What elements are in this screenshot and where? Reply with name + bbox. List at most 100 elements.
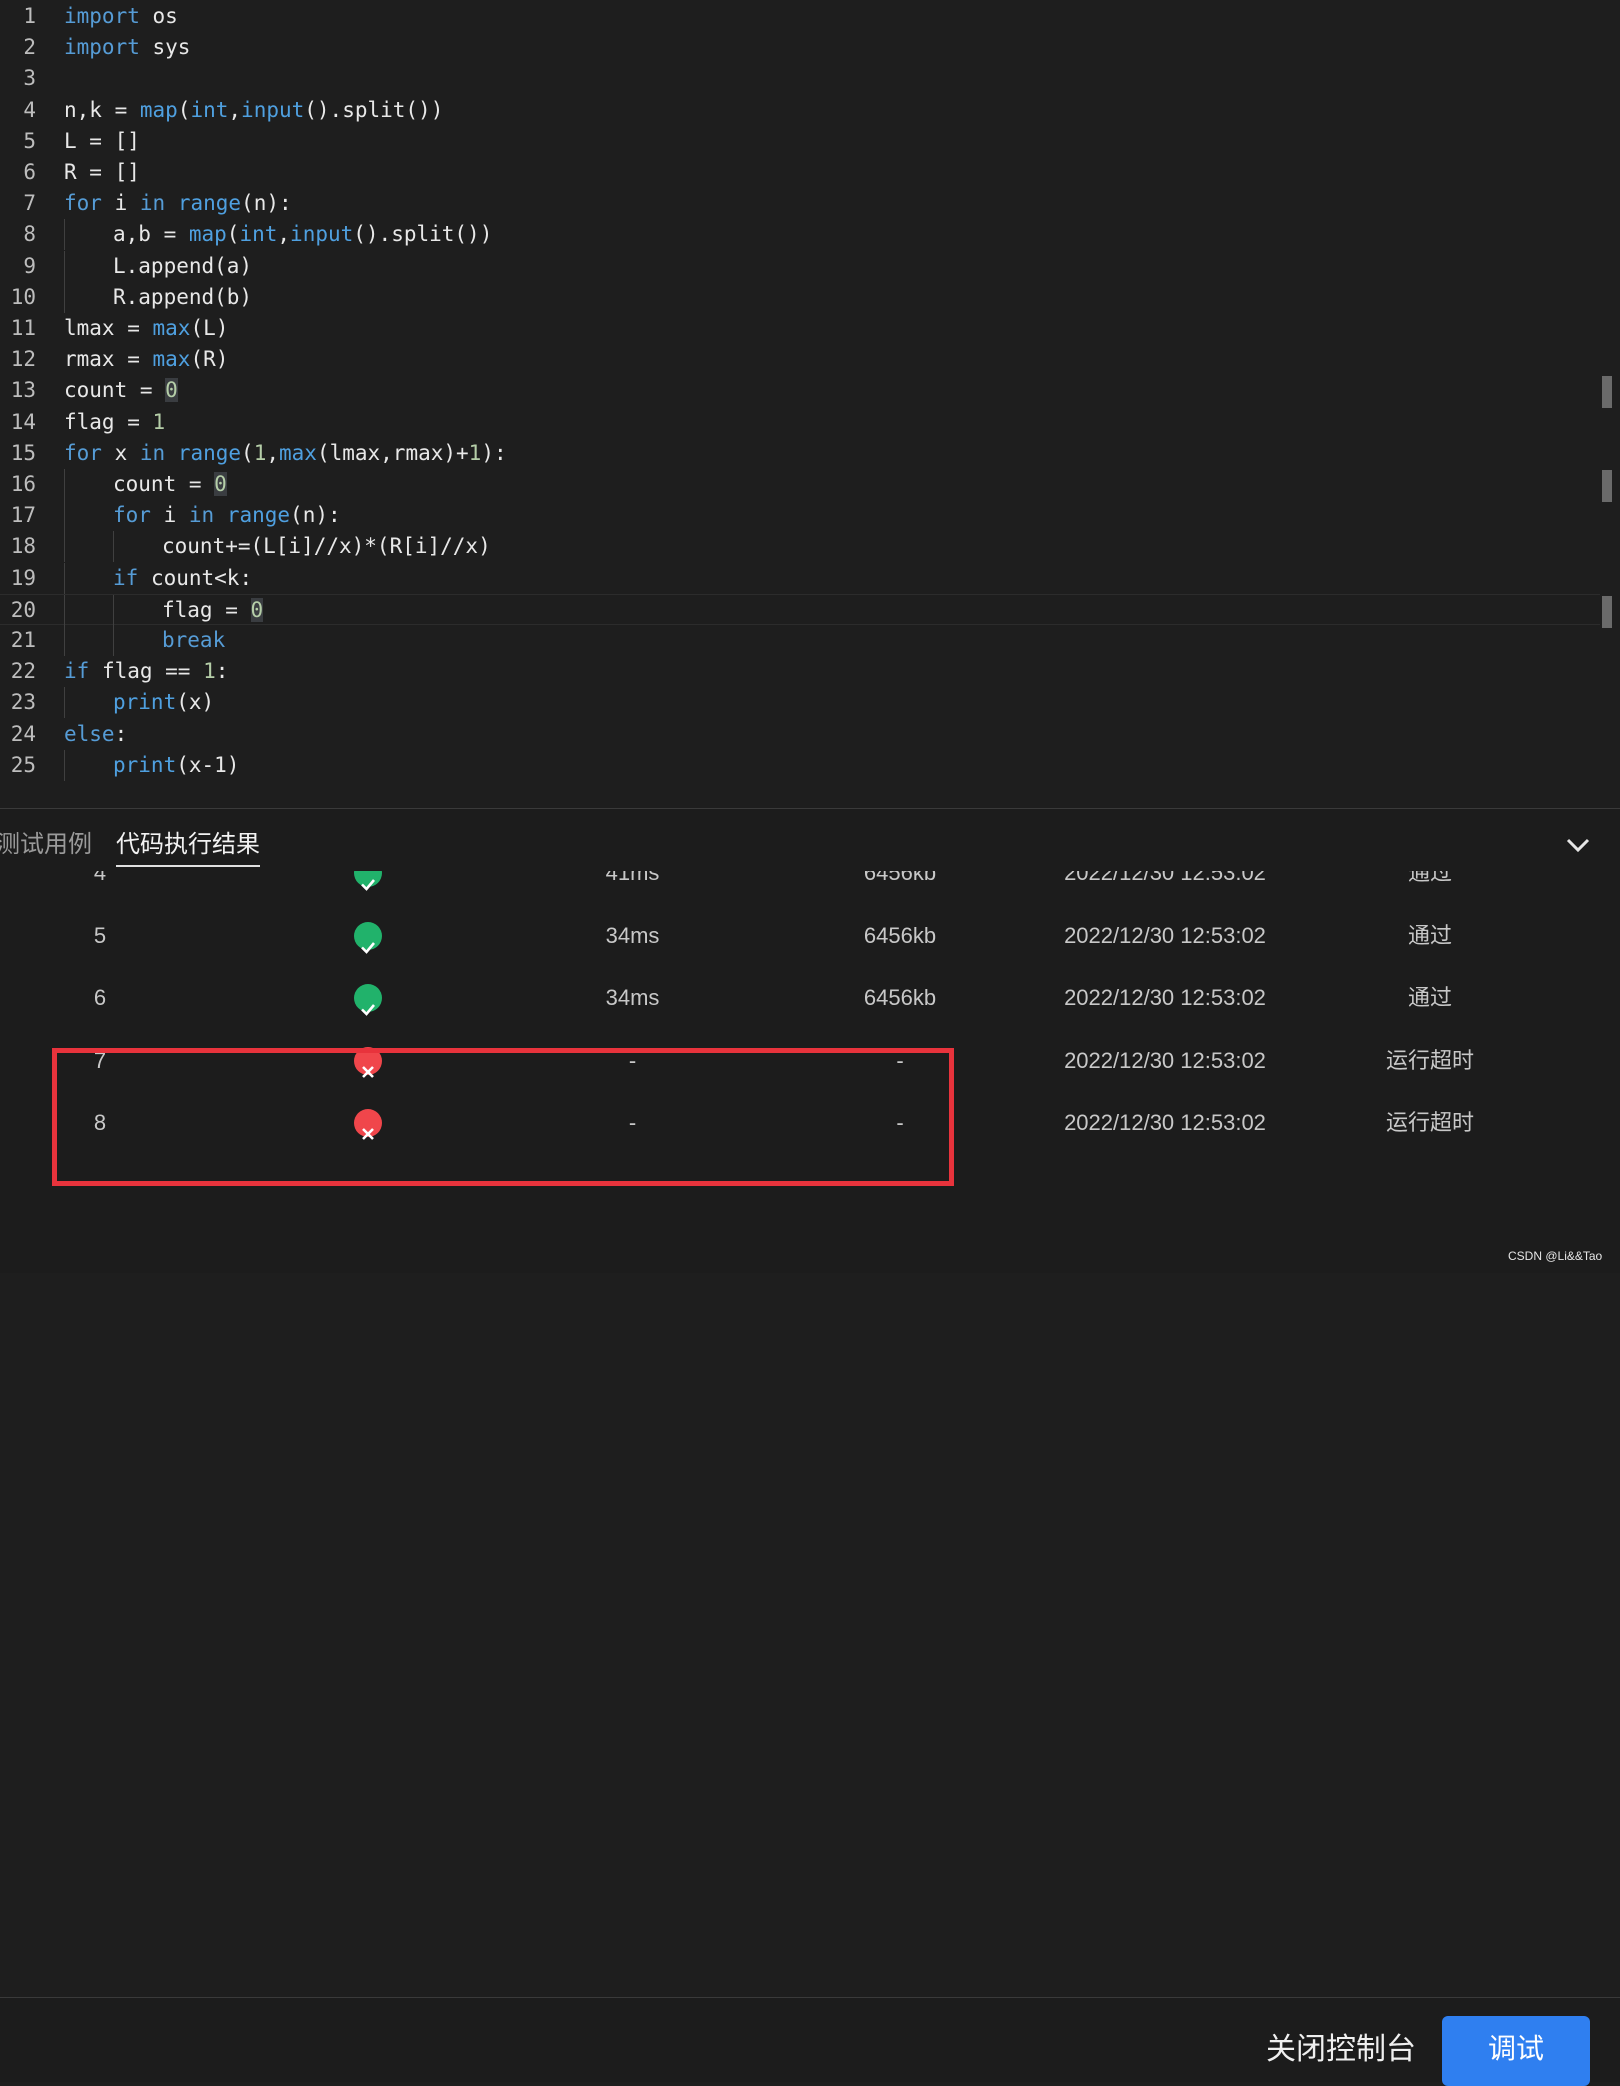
code-line[interactable]: 2 import sys	[0, 32, 1600, 63]
code-token: int	[239, 222, 278, 247]
code-token: (L)	[190, 316, 229, 340]
code-line[interactable]: 23 print(x)	[0, 687, 1600, 719]
code-token: count =	[64, 378, 166, 403]
line-number: 3	[23, 66, 36, 91]
code-line[interactable]: 15 for x in range(1,max(lmax,rmax)+1):	[0, 438, 1600, 469]
code-line[interactable]: 21 break	[0, 625, 1600, 656]
indent-guide	[113, 531, 114, 563]
code-line[interactable]: 13 count = 0	[0, 375, 1600, 406]
code-text: break	[162, 625, 225, 656]
code-line[interactable]: 18 count+=(L[i]//x)*(R[i]//x)	[0, 531, 1600, 563]
tab-execution-results[interactable]: 代码执行结果	[116, 829, 260, 867]
close-console-button[interactable]: 关闭控制台	[1266, 2024, 1416, 2068]
code-token: 0	[165, 378, 178, 403]
code-text: R.append(b)	[113, 282, 252, 313]
code-text: flag = 1	[64, 407, 165, 438]
results-table: 4 41ms 6456kb 2022/12/30 12:53:02 通过 5 34ms 645…	[0, 871, 1620, 1191]
line-number: 9	[23, 253, 36, 278]
code-token: 0	[250, 597, 264, 622]
test-case-index: 8	[93, 1110, 107, 1135]
code-line[interactable]: 4 n,k = map(int,input().split())	[0, 95, 1600, 126]
code-token: map	[188, 222, 227, 247]
run-date: 2022/12/30 12:53:02	[1064, 922, 1266, 948]
code-line[interactable]: 10 R.append(b)	[0, 281, 1600, 313]
code-text: n,k = map(int,input().split())	[64, 95, 443, 126]
code-line[interactable]: 6 R = []	[0, 157, 1600, 188]
line-number: 8	[23, 222, 36, 247]
code-text: if flag == 1:	[64, 656, 228, 687]
code-token: count =	[113, 472, 215, 496]
code-token: break	[162, 628, 226, 652]
code-token: lmax =	[64, 316, 153, 340]
code-line[interactable]: 8 a,b = map(int,input().split())	[0, 219, 1600, 251]
code-token: input	[290, 222, 354, 247]
indent-guide	[64, 687, 65, 719]
code-line[interactable]: 25 print(x-1)	[0, 749, 1600, 781]
code-text: else:	[64, 719, 127, 750]
indent-guide	[64, 562, 65, 594]
code-token: rmax =	[64, 347, 153, 372]
tab-test-cases[interactable]: 测试用例	[0, 829, 92, 865]
code-line[interactable]: 16 count = 0	[0, 469, 1600, 500]
code-token: print	[113, 690, 177, 715]
line-number: 17	[10, 503, 36, 528]
scrollbar-marker	[1602, 376, 1612, 408]
test-case-index: 7	[93, 1047, 107, 1073]
code-text: lmax = max(L)	[64, 313, 228, 344]
line-number: 24	[10, 721, 36, 746]
code-token: a,b =	[113, 222, 189, 247]
code-line[interactable]: 5 L = []	[0, 126, 1600, 157]
code-text: rmax = max(R)	[64, 344, 228, 375]
code-line[interactable]: 22 if flag == 1:	[0, 656, 1600, 687]
code-editor[interactable]: 1 import os 2 import sys 3 4 n,k = map(int,inp…	[0, 0, 1620, 808]
chevron-down-icon[interactable]	[1564, 833, 1592, 857]
indent-guide	[113, 625, 114, 656]
code-text: print(x-1)	[113, 750, 239, 781]
code-token: max	[279, 440, 317, 465]
line-number: 16	[10, 472, 36, 496]
indent-guide	[64, 594, 65, 626]
memory-usage: 6456kb	[863, 985, 937, 1010]
code-line[interactable]: 24 else:	[0, 719, 1600, 750]
line-number: 18	[10, 534, 36, 559]
code-token: count+=(L[i]//x)*(R[i]//x)	[162, 534, 491, 559]
code-line[interactable]: 1 import os	[0, 1, 1600, 32]
console-footer: 关闭控制台 调试	[0, 1997, 1620, 2086]
code-token: for	[113, 503, 151, 528]
code-line[interactable]: 17 for i in range(n):	[0, 500, 1600, 532]
code-line[interactable]: 14 flag = 1	[0, 407, 1600, 438]
watermark: CSDN @Li&&Tao	[1508, 1249, 1603, 1263]
console-tabs: 测试用例 代码执行结果	[0, 809, 1620, 869]
code-line[interactable]: 7 for i in range(n):	[0, 188, 1600, 219]
code-line[interactable]: 11 lmax = max(L)	[0, 313, 1600, 344]
code-text: print(x)	[113, 687, 214, 718]
code-line[interactable]: 19 if count<k:	[0, 562, 1600, 594]
code-text: a,b = map(int,input().split())	[113, 219, 492, 250]
check-circle-icon	[346, 871, 386, 905]
line-number: 7	[23, 191, 36, 216]
code-token: range	[177, 191, 242, 216]
table-row: 5 34ms 6456kb 2022/12/30 12:53:02 通过	[0, 904, 1620, 968]
debug-button[interactable]: 调试	[1442, 2016, 1590, 2086]
code-token: for	[64, 191, 102, 216]
check-circle-icon	[346, 904, 386, 968]
scrollbar-marker	[1602, 470, 1612, 502]
line-number: 22	[10, 659, 36, 684]
code-line[interactable]: 20 flag = 0	[0, 593, 1600, 626]
run-date: 2022/12/30 12:53:02	[1064, 1047, 1266, 1073]
code-line[interactable]: 3	[0, 63, 1600, 94]
run-date: 2022/12/30 12:53:02	[1064, 985, 1266, 1010]
line-number: 15	[10, 440, 36, 465]
code-token: 1	[253, 440, 267, 465]
code-text: for x in range(1,max(lmax,rmax)+1):	[64, 438, 507, 469]
code-text: for i in range(n):	[64, 188, 292, 219]
test-case-index: 5	[93, 922, 107, 948]
code-line[interactable]: 9 L.append(a)	[0, 250, 1600, 282]
code-line[interactable]: 12 rmax = max(R)	[0, 344, 1600, 375]
code-token: n,k =	[64, 97, 140, 122]
table-row: 8 - - 2022/12/30 12:53:02 运行超时	[0, 1091, 1620, 1155]
indent-guide	[113, 594, 114, 626]
code-token: map	[139, 97, 178, 122]
run-time: 34ms	[605, 922, 660, 948]
code-token: 1	[468, 440, 482, 465]
